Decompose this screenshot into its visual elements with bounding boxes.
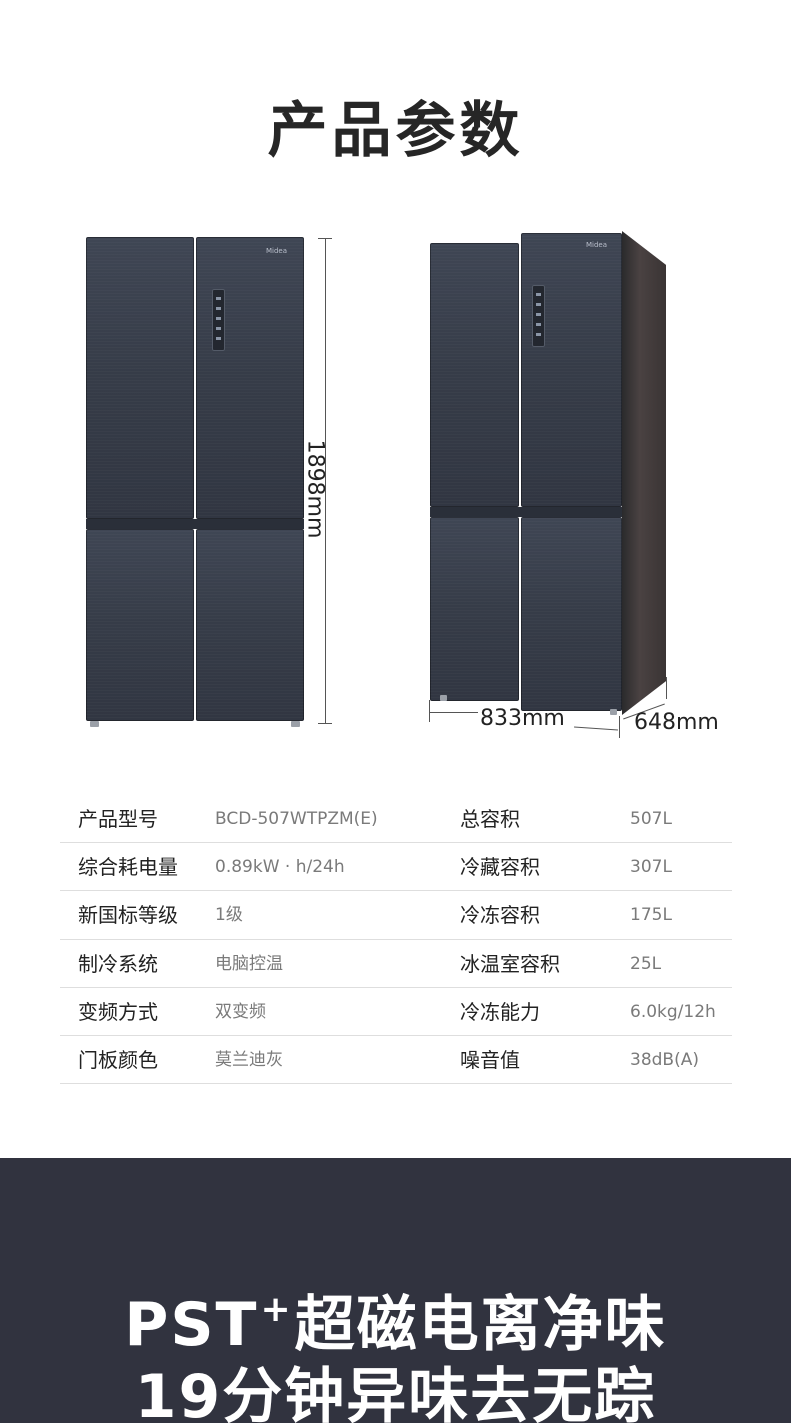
spec-label: 新国标等级 <box>78 903 178 928</box>
spec-table: 产品型号 BCD-507WTPZM(E) 总容积 507L 综合耗电量 0.89… <box>60 795 732 1085</box>
spec-value: BCD-507WTPZM(E) <box>215 809 378 829</box>
spec-value: 25L <box>630 953 662 974</box>
dim-tick <box>318 723 332 724</box>
page-title: 产品参数 <box>267 96 524 166</box>
dim-tick <box>666 677 667 699</box>
control-panel <box>212 289 225 351</box>
spec-value: 507L <box>630 809 672 829</box>
width-dimension-line <box>430 712 478 713</box>
spec-row: 制冷系统 电脑控温 冰温室容积 25L <box>60 940 732 988</box>
fridge-side-panel <box>622 231 666 715</box>
spec-row: 综合耗电量 0.89kW · h/24h 冷藏容积 307L <box>60 843 732 892</box>
control-panel <box>532 285 545 347</box>
foot <box>291 721 300 727</box>
depth-label: 648mm <box>634 710 719 735</box>
banner-subline: 19分钟异味去无踪 <box>134 1362 657 1423</box>
spec-label: 冷冻容积 <box>460 903 540 928</box>
dim-tick <box>429 700 430 722</box>
spec-value: 38dB(A) <box>630 1049 699 1070</box>
foot <box>90 721 99 727</box>
spec-label: 总容积 <box>460 807 520 831</box>
fridge-side-image: Midea <box>428 229 668 719</box>
spec-value: 6.0kg/12h <box>630 1001 716 1022</box>
spec-label: 变频方式 <box>78 999 158 1024</box>
spec-label: 冰温室容积 <box>460 951 560 976</box>
spec-row: 产品型号 BCD-507WTPZM(E) 总容积 507L <box>60 795 732 844</box>
height-label: 1898mm <box>302 439 328 539</box>
spec-value: 307L <box>630 857 672 878</box>
dim-tick <box>619 716 620 738</box>
spec-label: 冷藏容积 <box>460 855 540 880</box>
brand-logo: Midea <box>266 247 288 255</box>
foot <box>440 695 447 701</box>
width-label: 833mm <box>480 706 565 731</box>
spec-row: 门板颜色 莫兰迪灰 噪音值 38dB(A) <box>60 1036 732 1085</box>
fridge-front-image: Midea <box>86 237 304 727</box>
door-bottom-left <box>430 517 519 701</box>
spec-value: 175L <box>630 905 672 926</box>
spec-label: 门板颜色 <box>78 1047 158 1072</box>
spec-label: 制冷系统 <box>78 951 158 976</box>
door-top-left <box>86 237 194 519</box>
banner-plus: + <box>260 1289 293 1330</box>
door-bottom-right <box>196 529 304 721</box>
door-top-right <box>196 237 304 519</box>
spec-label: 综合耗电量 <box>78 855 178 880</box>
door-bottom-left <box>86 529 194 721</box>
spec-value: 0.89kW · h/24h <box>215 857 345 878</box>
spec-label: 冷冻能力 <box>460 999 540 1024</box>
door-bottom-right <box>521 517 622 711</box>
dim-tick <box>318 238 332 239</box>
width-dimension-line <box>574 726 618 731</box>
handle-bar <box>430 507 622 517</box>
spec-label: 产品型号 <box>78 807 158 831</box>
spec-value: 电脑控温 <box>215 953 283 974</box>
spec-row: 新国标等级 1级 冷冻容积 175L <box>60 891 732 940</box>
spec-row: 变频方式 双变频 冷冻能力 6.0kg/12h <box>60 988 732 1036</box>
door-top-left <box>430 243 519 507</box>
spec-value: 双变频 <box>215 1001 266 1022</box>
spec-value: 莫兰迪灰 <box>215 1049 283 1070</box>
spec-label: 噪音值 <box>460 1047 520 1072</box>
handle-bar <box>86 519 304 529</box>
door-top-right <box>521 233 622 507</box>
foot <box>610 709 617 715</box>
brand-logo: Midea <box>586 241 608 249</box>
spec-value: 1级 <box>215 905 243 926</box>
